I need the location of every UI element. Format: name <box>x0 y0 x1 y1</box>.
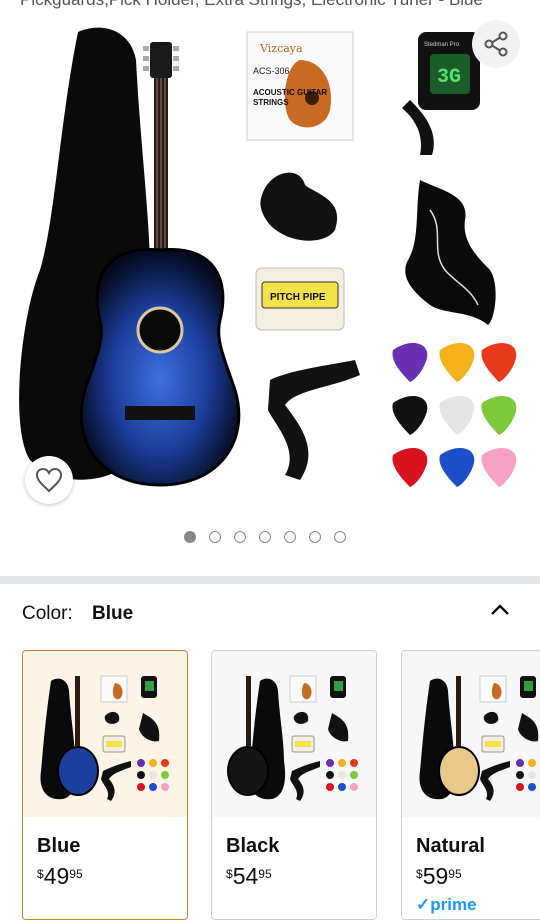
page-dot[interactable] <box>334 531 346 543</box>
product-title: Pickguards,Pick Holder, Extra Strings, E… <box>0 0 540 10</box>
strings-label-2: STRINGS <box>253 98 289 107</box>
page-dot[interactable] <box>259 531 271 543</box>
image-pagination <box>184 531 346 543</box>
color-option-black[interactable]: Black $5495 <box>211 650 377 920</box>
page-dot[interactable] <box>234 531 246 543</box>
prime-badge: ✓prime <box>416 895 477 914</box>
tuner-brand: Stedman Pro <box>424 42 460 48</box>
clip-on-tuner: 3G Stedman Pro <box>402 32 480 155</box>
option-name: Black <box>226 835 280 857</box>
strings-package: Vizcaya ACS-306 ACOUSTIC GUITAR STRINGS <box>246 31 354 141</box>
color-option-blue[interactable]: Blue $4995 <box>22 650 188 920</box>
wishlist-button[interactable] <box>25 456 73 504</box>
tuner-display: 3G <box>437 66 461 89</box>
page-dot[interactable] <box>209 531 221 543</box>
option-thumbnail <box>402 651 540 817</box>
share-button[interactable] <box>472 20 520 68</box>
section-divider <box>0 576 540 584</box>
option-price: $4995 <box>37 863 83 889</box>
strings-brand: Vizcaya <box>259 42 303 55</box>
heart-icon <box>35 467 63 493</box>
share-icon <box>484 31 508 57</box>
strings-label-1: ACOUSTIC GUITAR <box>253 88 327 97</box>
strings-model: ACS-306 <box>253 66 290 76</box>
guitar-strap <box>268 360 360 480</box>
selected-color: Blue <box>91 603 134 624</box>
product-image[interactable]: Vizcaya ACS-306 ACOUSTIC GUITAR STRINGS … <box>0 20 540 495</box>
pickguard <box>405 180 496 325</box>
page-dot[interactable] <box>184 531 196 543</box>
pick-holder <box>260 172 338 241</box>
option-name: Natural <box>416 835 485 857</box>
page-dot[interactable] <box>284 531 296 543</box>
pitch-pipe-label: PITCH PIPE <box>270 292 326 303</box>
color-option-natural[interactable]: Natural $5995 ✓prime <box>401 650 540 920</box>
pitch-pipe: PITCH PIPE <box>255 267 345 331</box>
chevron-up-icon[interactable] <box>488 598 512 622</box>
color-selector-header[interactable]: Color: Blue <box>22 603 133 625</box>
option-price: $5495 <box>226 863 272 889</box>
color-label: Color: <box>22 603 73 624</box>
guitar-picks <box>392 343 517 487</box>
option-thumbnail <box>212 651 376 817</box>
page-dot[interactable] <box>309 531 321 543</box>
color-options: Blue $4995 Black $5495 Natural $5995 ✓pr… <box>22 650 540 920</box>
option-thumbnail <box>23 651 187 817</box>
option-name: Blue <box>37 835 81 857</box>
option-price: $5995 <box>416 863 462 889</box>
